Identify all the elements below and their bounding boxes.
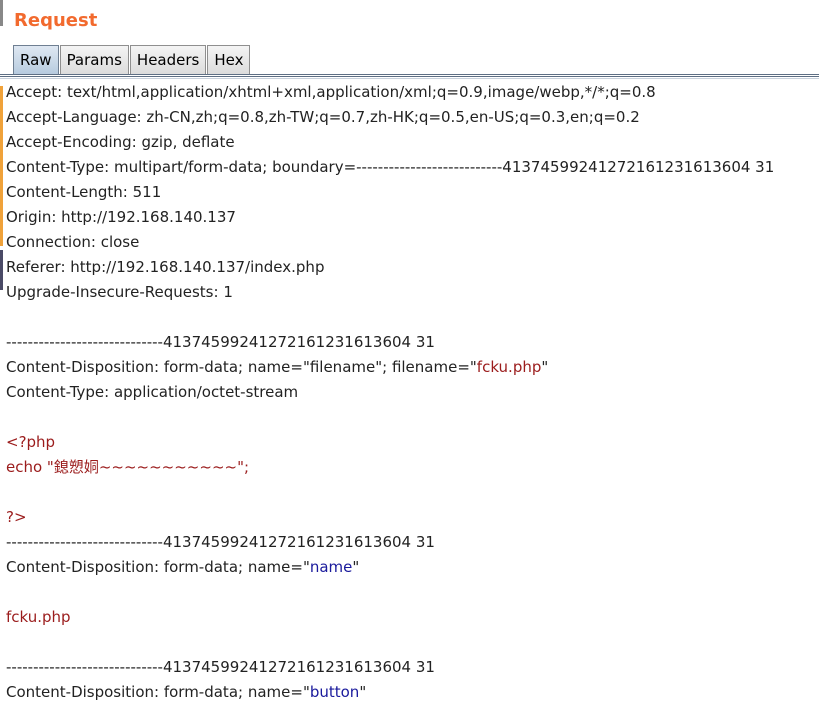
panel-title: Request <box>14 10 98 31</box>
part1-content-type: Content-Type: application/octet-stream <box>6 383 299 401</box>
tab-hex[interactable]: Hex <box>207 45 251 74</box>
header-referer: Referer: http://192.168.140.137/index.ph… <box>6 258 325 276</box>
php-open-tag: <?php <box>6 433 56 451</box>
part1-content-disposition: Content-Disposition: form-data; name="fi… <box>6 355 816 380</box>
tab-bar: Raw Params Headers Hex <box>13 45 251 75</box>
tab-params[interactable]: Params <box>59 45 129 74</box>
part2-disposition-suffix: " <box>352 558 360 576</box>
header-content-type: Content-Type: multipart/form-data; bound… <box>6 158 775 176</box>
left-edge-marker-dark <box>0 250 3 290</box>
part1-disposition-prefix: Content-Disposition: form-data; name="fi… <box>6 358 477 376</box>
part1-disposition-suffix: " <box>541 358 549 376</box>
tab-divider-2 <box>0 76 819 77</box>
part2-disposition-prefix: Content-Disposition: form-data; name=" <box>6 558 310 576</box>
header-origin: Origin: http://192.168.140.137 <box>6 208 236 226</box>
multipart-boundary: -----------------------------41374599241… <box>6 333 435 351</box>
php-echo-prefix: echo " <box>6 458 54 476</box>
tab-divider <box>0 74 819 75</box>
tab-raw[interactable]: Raw <box>13 45 59 74</box>
php-echo-suffix: "; <box>237 458 250 476</box>
part3-disposition-suffix: " <box>359 683 367 701</box>
raw-request-editor[interactable]: Accept: text/html,application/xhtml+xml,… <box>6 80 816 705</box>
part2-field-name: name <box>309 558 353 576</box>
php-echo-line: echo "鎴愬姛~~~~~~~~~~~"; <box>6 455 816 480</box>
part1-filename: fcku.php <box>476 358 542 376</box>
php-echo-text: 鎴愬姛~~~~~~~~~~~ <box>53 458 238 476</box>
header-accept-language: Accept-Language: zh-CN,zh;q=0.8,zh-TW;q=… <box>6 108 640 126</box>
left-edge-marker-orange <box>0 86 3 246</box>
multipart-boundary: -----------------------------41374599241… <box>6 533 435 551</box>
left-edge-marker-gray <box>0 0 3 26</box>
part3-disposition-prefix: Content-Disposition: form-data; name=" <box>6 683 310 701</box>
header-accept-encoding: Accept-Encoding: gzip, deflate <box>6 133 235 151</box>
header-accept: Accept: text/html,application/xhtml+xml,… <box>6 83 656 101</box>
header-connection: Connection: close <box>6 233 140 251</box>
header-content-length: Content-Length: 511 <box>6 183 162 201</box>
part2-value: fcku.php <box>6 608 71 626</box>
part3-content-disposition: Content-Disposition: form-data; name="bu… <box>6 680 816 705</box>
header-upgrade-insecure-requests: Upgrade-Insecure-Requests: 1 <box>6 283 233 301</box>
php-close-tag: ?> <box>6 508 27 526</box>
tab-headers[interactable]: Headers <box>129 45 207 74</box>
multipart-boundary: -----------------------------41374599241… <box>6 658 435 676</box>
part2-content-disposition: Content-Disposition: form-data; name="na… <box>6 555 816 580</box>
part3-field-name: button <box>309 683 360 701</box>
tab-divider-3 <box>0 78 819 79</box>
